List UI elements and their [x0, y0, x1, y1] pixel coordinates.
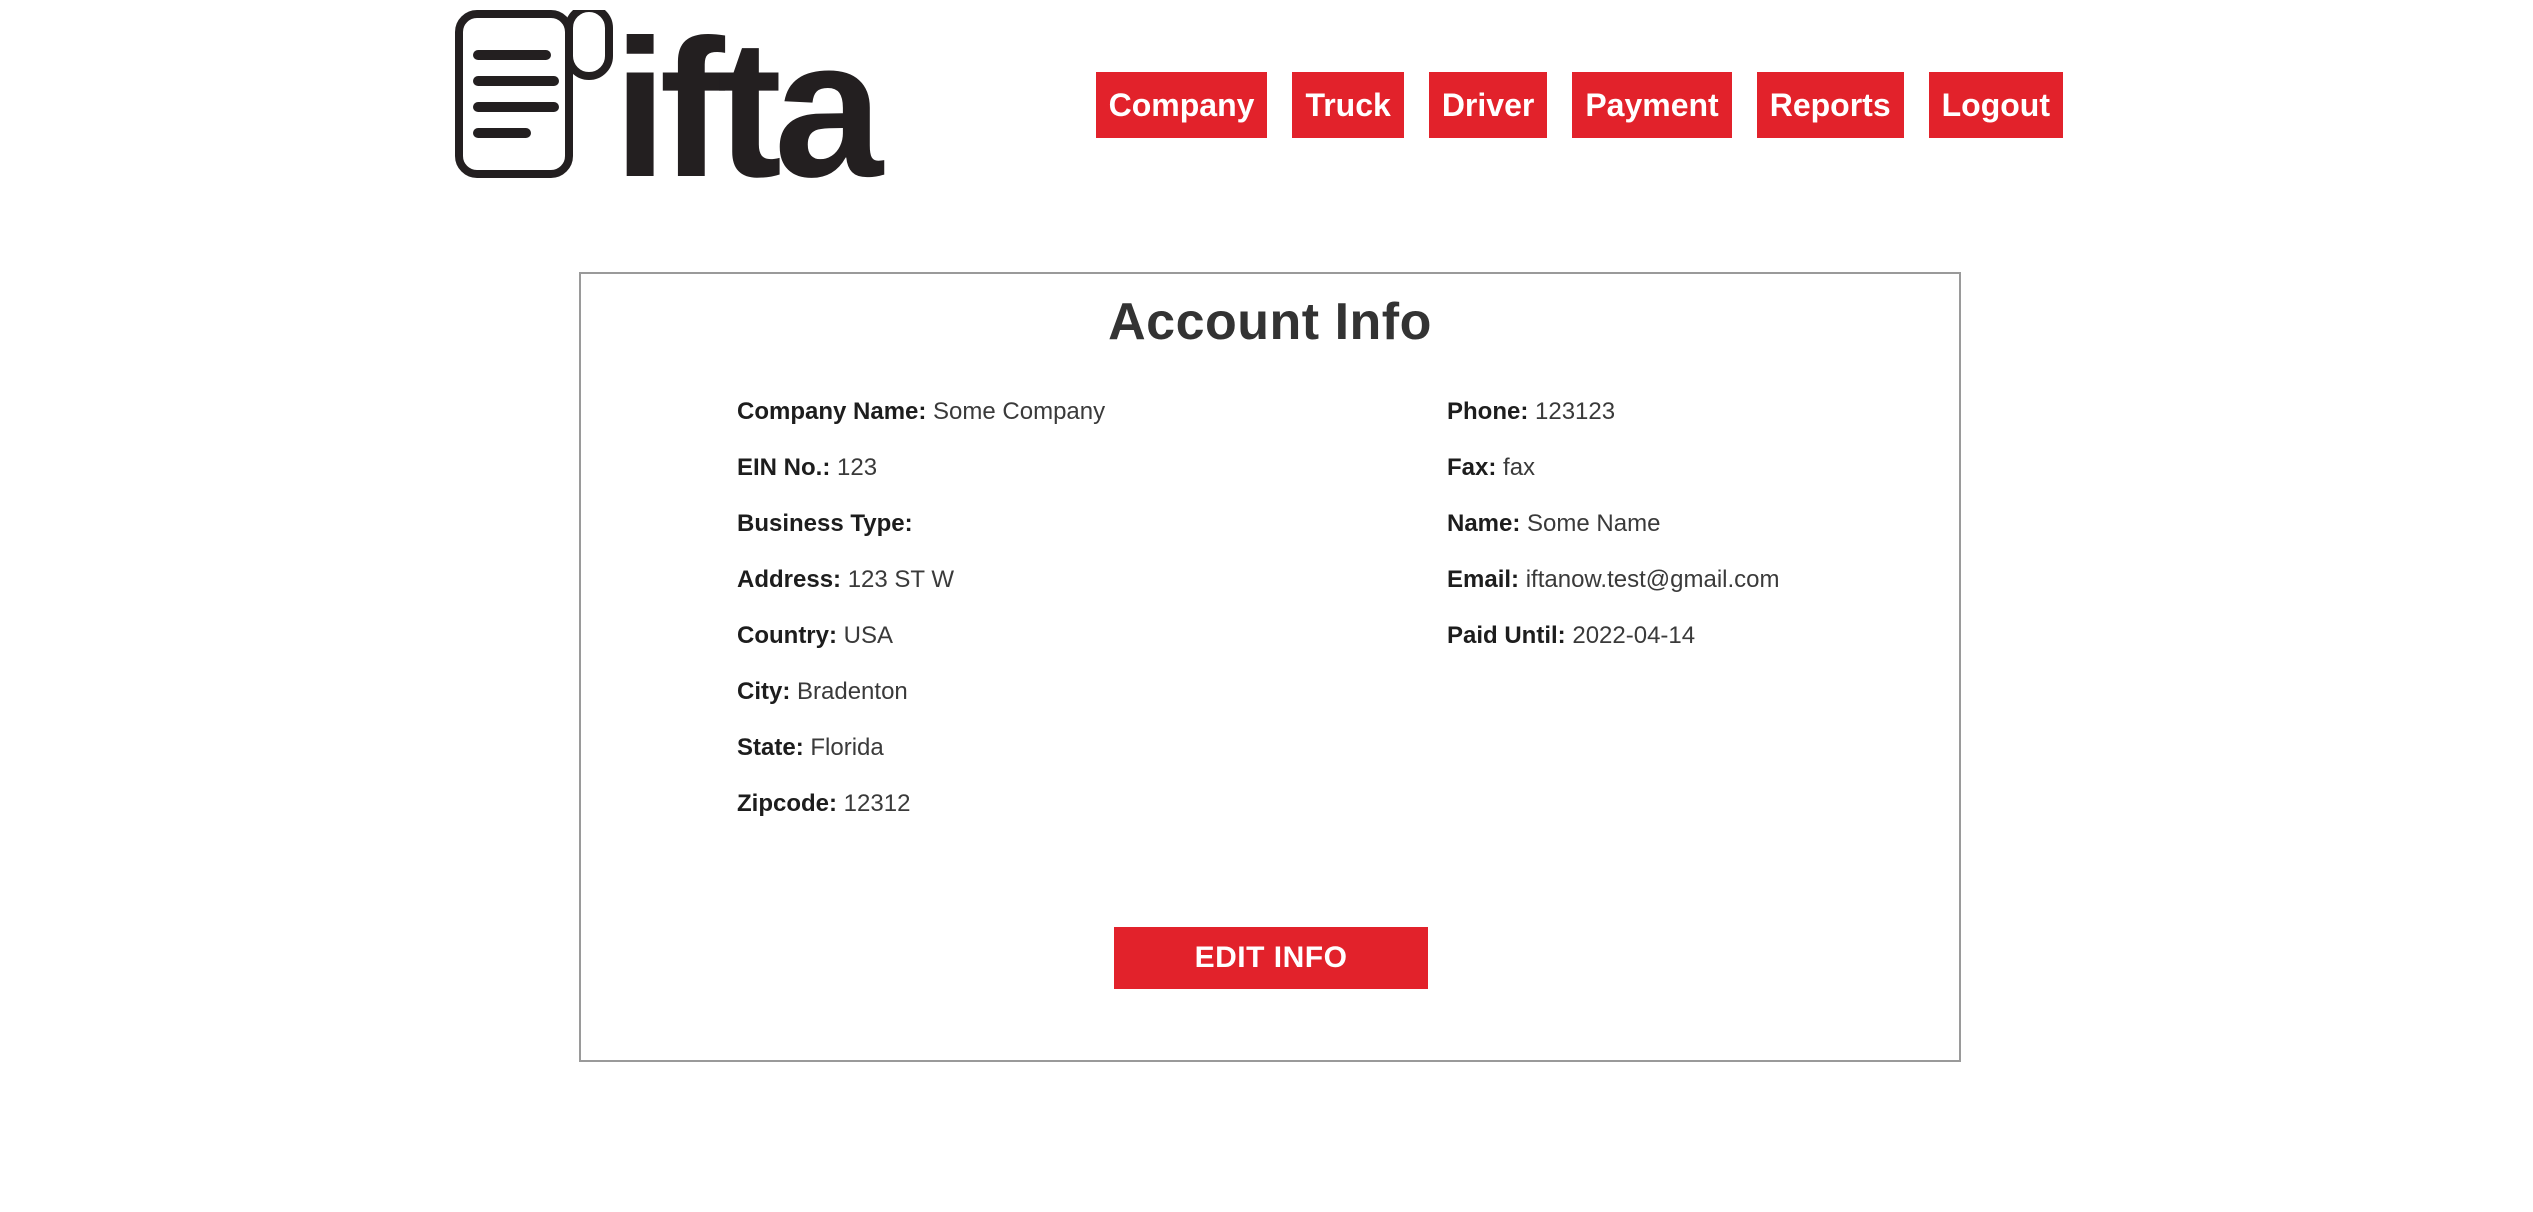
- field-label: Name:: [1447, 510, 1521, 537]
- field-value: Florida: [810, 734, 884, 761]
- field-label: State:: [737, 734, 804, 761]
- nav-payment-button[interactable]: Payment: [1572, 72, 1732, 138]
- field-label: Country:: [737, 622, 837, 649]
- nav-company-button[interactable]: Company: [1095, 72, 1268, 138]
- field-label: Company Name:: [737, 398, 927, 425]
- field-value: Bradenton: [797, 678, 908, 705]
- field-label: City:: [737, 678, 791, 705]
- document-icon: ifta: [455, 10, 893, 182]
- nav-logout-button[interactable]: Logout: [1928, 72, 2063, 138]
- contact-name-field: Name: Some Name: [1447, 496, 1780, 552]
- email-field: Email: iftanow.test@gmail.com: [1447, 552, 1780, 608]
- nav-reports-button[interactable]: Reports: [1756, 72, 1904, 138]
- phone-field: Phone: 123123: [1447, 384, 1780, 440]
- field-value: USA: [843, 622, 894, 649]
- logo-text: ifta: [613, 10, 885, 182]
- field-value: 123 ST W: [847, 566, 954, 593]
- account-details-right: Phone: 123123 Fax: fax Name: Some Name E…: [1447, 384, 1780, 664]
- account-info-card: Account Info Company Name: Some Company …: [579, 272, 1961, 1062]
- page: ifta Company Truck Driver Payment Report…: [0, 0, 2533, 1212]
- country-field: Country: USA: [737, 608, 1105, 664]
- field-value: iftanow.test@gmail.com: [1525, 566, 1780, 593]
- page-title: Account Info: [1108, 293, 1432, 351]
- field-value: 123123: [1535, 398, 1616, 425]
- field-label: Zipcode:: [737, 790, 837, 817]
- account-details-left: Company Name: Some Company EIN No.: 123 …: [737, 384, 1105, 832]
- field-label: Paid Until:: [1447, 622, 1566, 649]
- ein-field: EIN No.: 123: [737, 440, 1105, 496]
- city-field: City: Bradenton: [737, 664, 1105, 720]
- company-name-field: Company Name: Some Company: [737, 384, 1105, 440]
- ifta-logo[interactable]: ifta: [455, 10, 900, 182]
- field-value: 2022-04-14: [1572, 622, 1696, 649]
- nav-truck-button[interactable]: Truck: [1292, 72, 1404, 138]
- fax-field: Fax: fax: [1447, 440, 1780, 496]
- main-nav: Company Truck Driver Payment Reports Log…: [1095, 72, 2063, 138]
- field-label: EIN No.:: [737, 454, 831, 481]
- nav-driver-button[interactable]: Driver: [1428, 72, 1548, 138]
- field-value: Some Company: [933, 398, 1106, 425]
- field-value: 12312: [843, 790, 911, 817]
- field-label: Business Type:: [737, 510, 913, 537]
- state-field: State: Florida: [737, 720, 1105, 776]
- field-label: Address:: [737, 566, 842, 593]
- field-label: Fax:: [1447, 454, 1497, 481]
- field-value: Some Name: [1527, 510, 1661, 537]
- business-type-field: Business Type:: [737, 496, 1105, 552]
- edit-info-button[interactable]: EDIT INFO: [1114, 927, 1428, 989]
- zipcode-field: Zipcode: 12312: [737, 776, 1105, 832]
- field-label: Email:: [1447, 566, 1520, 593]
- paid-until-field: Paid Until: 2022-04-14: [1447, 608, 1780, 664]
- field-label: Phone:: [1447, 398, 1529, 425]
- address-field: Address: 123 ST W: [737, 552, 1105, 608]
- field-value: 123: [837, 454, 878, 481]
- field-value: fax: [1503, 454, 1536, 481]
